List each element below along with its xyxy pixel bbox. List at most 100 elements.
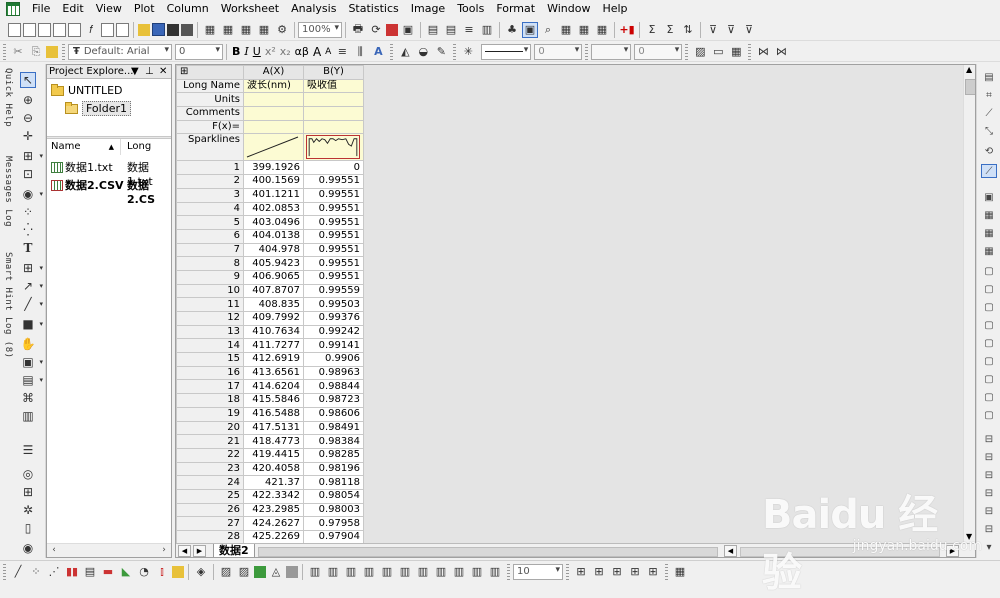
new-graph-icon[interactable] [53, 22, 66, 37]
table-cell[interactable]: 412.6919 [243, 352, 304, 367]
mask-range-icon[interactable]: ⊞ [591, 564, 607, 580]
3d-rotate-icon[interactable]: ▥ [20, 408, 36, 424]
pattern-width-select[interactable]: 0 [634, 43, 683, 60]
refresh-icon[interactable]: ⟳ [368, 22, 384, 38]
row-number[interactable]: 8 [176, 256, 244, 271]
scroll-down-icon[interactable]: ▼ [966, 532, 972, 541]
smart-hint-icon[interactable]: ▦ [576, 22, 592, 38]
contour-icon[interactable]: ◈ [193, 564, 209, 580]
row-number[interactable]: 12 [176, 311, 244, 326]
meta-cell[interactable] [303, 119, 364, 135]
table-cell[interactable]: 419.4415 [243, 447, 304, 463]
plot-size-select[interactable]: 10 [513, 563, 563, 580]
hscroll-right-icon[interactable]: ▶ [946, 545, 959, 557]
italic-button[interactable]: I [242, 45, 250, 58]
extract-icon[interactable]: ⊟ [981, 450, 997, 464]
print-icon[interactable]: 🖶 [350, 22, 366, 38]
object-manager-icon[interactable]: ▥ [479, 22, 495, 38]
3d-ribbon-icon[interactable]: ▥ [343, 564, 359, 580]
scroll-left-icon[interactable]: ‹ [47, 544, 61, 557]
row-number[interactable]: 11 [176, 297, 244, 312]
import-single-icon[interactable]: ▦ [202, 22, 218, 38]
hand-tool-icon[interactable]: ✋ [20, 336, 36, 352]
column-plot-icon[interactable]: ▮▮ [64, 564, 80, 580]
messages-icon[interactable]: ▦ [558, 22, 574, 38]
sparkline-b[interactable] [303, 133, 364, 162]
greek-button[interactable]: αβ [293, 45, 311, 58]
fit-tool-icon[interactable]: ⟋ [981, 164, 997, 178]
table-cell[interactable]: 0.99376 [303, 311, 364, 326]
table-cell[interactable]: 402.0853 [243, 201, 304, 217]
swap-mask-icon[interactable]: ⊞ [627, 564, 643, 580]
table-cell[interactable]: 404.0138 [243, 228, 304, 244]
table-cell[interactable]: 0.98606 [303, 406, 364, 422]
code-builder-icon[interactable]: ▤ [443, 22, 459, 38]
sparkline-a[interactable] [243, 133, 304, 162]
table-cell[interactable]: 424.2627 [243, 516, 304, 531]
table-cell[interactable]: 408.835 [243, 297, 304, 312]
table-cell[interactable]: 0.98054 [303, 488, 364, 504]
polar-icon[interactable]: ◬ [268, 564, 284, 580]
import-multiple-icon[interactable]: ▦ [220, 22, 236, 38]
draw-data-icon[interactable]: ⁘ [20, 204, 36, 220]
menu-image[interactable]: Image [405, 0, 451, 18]
script-window-icon[interactable]: ▦ [594, 22, 610, 38]
copy-page-icon[interactable]: ▣ [400, 22, 416, 38]
table-cell[interactable]: 0.99551 [303, 187, 364, 203]
new-project-icon[interactable] [8, 22, 21, 37]
new-function-icon[interactable]: 𝑓 [83, 22, 99, 38]
pattern-select[interactable] [591, 43, 632, 60]
table-cell[interactable]: 406.9065 [243, 269, 304, 285]
3d-surface-icon[interactable]: ▥ [415, 564, 431, 580]
row-number[interactable]: 16 [176, 365, 244, 381]
underline-button[interactable]: U [251, 45, 263, 58]
zoom-in-tool-icon[interactable]: ⊕ [20, 92, 36, 108]
menu-worksheet[interactable]: Worksheet [215, 0, 285, 18]
hscroll-left-icon[interactable]: ◀ [724, 545, 737, 557]
unmask-icon[interactable]: ⊞ [609, 564, 625, 580]
table-cell[interactable]: 0.99551 [303, 269, 364, 285]
row-number[interactable]: 17 [176, 379, 244, 395]
tab-quick-help[interactable]: Quick Help [1, 68, 13, 127]
menu-statistics[interactable]: Statistics [342, 0, 404, 18]
close-icon[interactable]: ✕ [159, 65, 167, 79]
list-item[interactable]: 数据1.txt [51, 159, 113, 175]
row-number[interactable]: 21 [176, 434, 244, 449]
3d-bar-icon[interactable]: ▥ [307, 564, 323, 580]
pin-icon[interactable]: ⊥ [145, 65, 154, 79]
table-cell[interactable]: 416.5488 [243, 406, 304, 422]
hscroll-thumb[interactable] [740, 547, 940, 557]
font-size-select[interactable]: 0 [175, 43, 223, 60]
menu-edit[interactable]: Edit [56, 0, 89, 18]
3d-scatter-icon[interactable]: ▥ [379, 564, 395, 580]
table-cell[interactable]: 0.99141 [303, 338, 364, 354]
increase-font-button[interactable]: A [311, 45, 323, 59]
menu-analysis[interactable]: Analysis [285, 0, 342, 18]
table-cell[interactable]: 0.98285 [303, 447, 364, 463]
fill-color-icon[interactable]: ◭ [397, 44, 413, 60]
scroll-up-icon[interactable]: ▲ [966, 65, 972, 74]
line-color-icon[interactable]: ◒ [415, 44, 431, 60]
menu-window[interactable]: Window [541, 0, 596, 18]
arrange-icon[interactable]: ⊟ [981, 468, 997, 482]
tree-root[interactable]: UNTITLED [51, 83, 123, 97]
decrease-font-button[interactable]: A [323, 47, 333, 57]
table-cell[interactable]: 423.2985 [243, 502, 304, 518]
sheet-tab[interactable]: 数据2 [213, 544, 255, 557]
fill-area-icon[interactable]: ◣ [118, 564, 134, 580]
toolbar-options-icon[interactable]: ▾ [981, 540, 997, 554]
column-tool-icon[interactable]: ▯ [20, 520, 36, 536]
rescale-icon[interactable]: ⤡ [981, 124, 997, 138]
regional-mask-icon[interactable]: ⁛ [20, 222, 36, 238]
layout-1-icon[interactable]: ▣ [981, 190, 997, 204]
row-number[interactable]: 4 [176, 201, 244, 217]
star-tool-icon[interactable]: ✲ [20, 502, 36, 518]
list-item[interactable]: 数据2.CSV [51, 177, 124, 193]
meta-cell[interactable] [303, 92, 364, 108]
table-cell[interactable]: 403.0496 [243, 215, 304, 230]
insert-image-icon[interactable]: ▤ ▾ [20, 372, 43, 388]
table-cell[interactable]: 420.4058 [243, 461, 304, 477]
row-number[interactable]: 9 [176, 269, 244, 285]
vertical-scrollbar[interactable]: ▲ ▼ [963, 65, 975, 543]
more-tools-icon[interactable]: ▦ [672, 564, 688, 580]
